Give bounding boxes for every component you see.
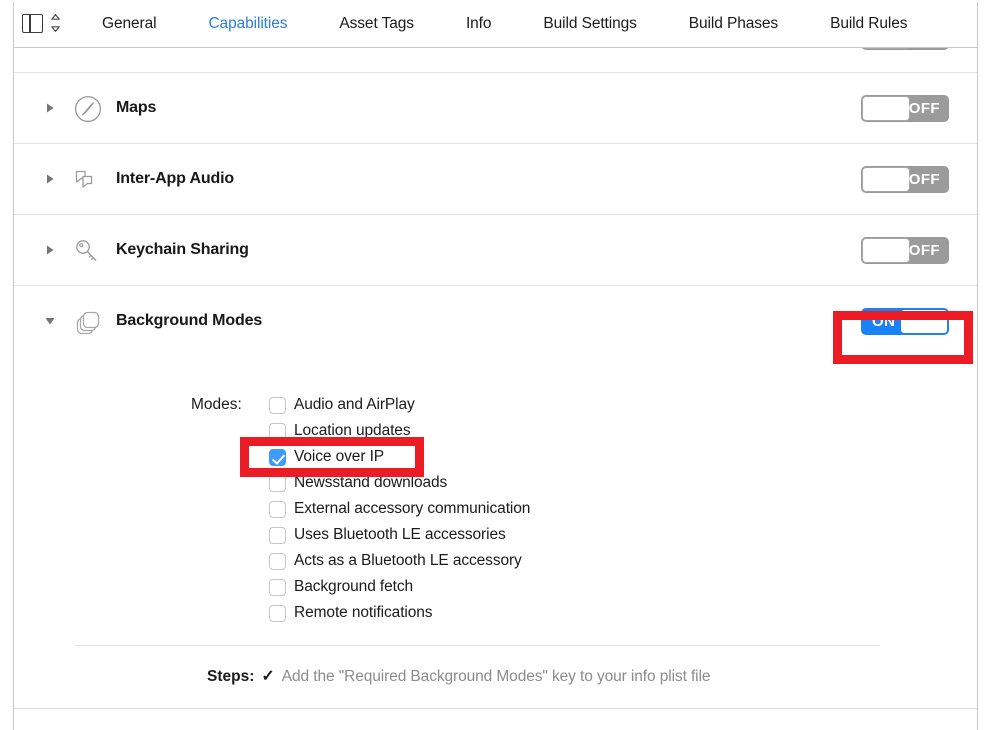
toggle-knob: [862, 167, 910, 192]
window-right-border: [977, 0, 978, 730]
steps-description: Add the "Required Background Modes" key …: [282, 668, 711, 686]
tab-general[interactable]: General: [76, 0, 182, 47]
disclosure-triangle-collapsed-icon[interactable]: [44, 173, 56, 185]
mode-label: Remote notifications: [294, 604, 432, 622]
steps-row: Steps: ✓ Add the "Required Background Mo…: [207, 668, 710, 686]
toggle-label: OFF: [909, 166, 940, 193]
checkbox-voice-over-ip[interactable]: [269, 449, 286, 466]
capability-title: Background Modes: [116, 312, 262, 330]
capability-row-inner: Inter-App Audio OFF: [14, 144, 977, 215]
steps-separator: [75, 645, 880, 646]
mode-item-newsstand-downloads[interactable]: Newsstand downloads: [269, 470, 769, 496]
capability-toggle-background-modes[interactable]: ON: [861, 308, 949, 335]
xcode-capabilities-pane: General Capabilities Asset Tags Info Bui…: [0, 0, 1000, 730]
chevron-down-icon: [51, 26, 60, 32]
key-icon: [69, 234, 107, 268]
compass-icon: [69, 92, 107, 126]
sidebar-panel-icon[interactable]: [22, 14, 43, 33]
capability-title: Inter-App Audio: [116, 170, 234, 188]
background-modes-body: Modes: Audio and AirPlay Location update…: [0, 0, 1000, 2]
capability-row-inter-app-audio[interactable]: Inter-App Audio OFF: [14, 143, 977, 214]
mode-label: Location updates: [294, 422, 410, 440]
checkbox-remote-notifications[interactable]: [269, 605, 286, 622]
mode-item-location-updates[interactable]: Location updates: [269, 418, 769, 444]
modes-checkbox-list: Audio and AirPlay Location updates Voice…: [269, 392, 769, 626]
mode-item-background-fetch[interactable]: Background fetch: [269, 574, 769, 600]
inter-app-audio-icon: [69, 163, 107, 197]
capability-toggle-keychain-sharing[interactable]: OFF: [861, 237, 949, 264]
mode-label: Voice over IP: [294, 448, 384, 466]
checkbox-external-accessory-communication[interactable]: [269, 501, 286, 518]
capability-row-inner: Background Modes ON: [14, 286, 977, 357]
checkbox-uses-bluetooth-le-accessories[interactable]: [269, 527, 286, 544]
editor-tab-bar: General Capabilities Asset Tags Info Bui…: [14, 0, 977, 48]
mode-label: Newsstand downloads: [294, 474, 447, 492]
toggle-label: OFF: [909, 48, 940, 50]
disclosure-triangle-collapsed-icon[interactable]: [44, 244, 56, 256]
stacked-cards-icon: [69, 305, 107, 339]
toggle-knob: [862, 238, 910, 263]
capability-toggle-maps[interactable]: OFF: [861, 95, 949, 122]
toggle-label: ON: [872, 308, 895, 335]
tab-build-rules[interactable]: Build Rules: [804, 0, 933, 47]
mode-item-remote-notifications[interactable]: Remote notifications: [269, 600, 769, 626]
tab-build-phases[interactable]: Build Phases: [663, 0, 804, 47]
disclosure-triangle-collapsed-icon[interactable]: [44, 102, 56, 114]
checkbox-background-fetch[interactable]: [269, 579, 286, 596]
toggle-knob: [862, 48, 910, 49]
checkbox-acts-as-a-bluetooth-le-accessory[interactable]: [269, 553, 286, 570]
mode-item-external-accessory-communication[interactable]: External accessory communication: [269, 496, 769, 522]
editor-tabs: General Capabilities Asset Tags Info Bui…: [76, 0, 933, 47]
section-bottom-separator: [14, 708, 977, 709]
vpn-icon: [69, 48, 107, 54]
mode-item-acts-as-a-bluetooth-le-accessory[interactable]: Acts as a Bluetooth LE accessory: [269, 548, 769, 574]
capability-toggle-inter-app-audio[interactable]: OFF: [861, 166, 949, 193]
capability-row-inner: Keychain Sharing OFF: [14, 215, 977, 286]
modes-label: Modes:: [191, 396, 242, 414]
checkbox-newsstand-downloads[interactable]: [269, 475, 286, 492]
checkbox-audio-and-airplay[interactable]: [269, 397, 286, 414]
tab-build-settings[interactable]: Build Settings: [517, 0, 662, 47]
disclosure-triangle-expanded-icon[interactable]: [44, 315, 56, 327]
up-down-stepper-icon[interactable]: [50, 12, 62, 34]
tab-capabilities[interactable]: Capabilities: [182, 0, 313, 47]
steps-label: Steps:: [207, 668, 254, 686]
capability-row-keychain-sharing[interactable]: Keychain Sharing OFF: [14, 214, 977, 285]
capability-row-inner: Maps OFF: [14, 73, 977, 144]
mode-label: Uses Bluetooth LE accessories: [294, 526, 506, 544]
checkmark-icon: ✓: [261, 669, 274, 685]
toggle-label: OFF: [909, 95, 940, 122]
toggle-knob: [900, 309, 948, 334]
capability-row-personal-vpn[interactable]: Personal VPN OFF: [14, 48, 977, 72]
mode-item-uses-bluetooth-le-accessories[interactable]: Uses Bluetooth LE accessories: [269, 522, 769, 548]
capability-row-maps[interactable]: Maps OFF: [14, 72, 977, 143]
capabilities-list: Personal VPN OFF: [14, 48, 977, 356]
capability-title: Maps: [116, 99, 156, 117]
mode-label: Audio and AirPlay: [294, 396, 415, 414]
capability-row-inner: Personal VPN OFF: [14, 48, 977, 72]
checkbox-location-updates[interactable]: [269, 423, 286, 440]
capability-toggle-personal-vpn[interactable]: OFF: [861, 48, 949, 50]
tab-bar-left-controls: [22, 12, 62, 34]
tab-asset-tags[interactable]: Asset Tags: [313, 0, 440, 47]
capability-row-background-modes[interactable]: Background Modes ON: [14, 285, 977, 356]
toggle-label: OFF: [909, 237, 940, 264]
mode-label: Acts as a Bluetooth LE accessory: [294, 552, 522, 570]
chevron-up-icon: [51, 14, 60, 20]
mode-item-audio-and-airplay[interactable]: Audio and AirPlay: [269, 392, 769, 418]
tab-info[interactable]: Info: [440, 0, 517, 47]
mode-label: External accessory communication: [294, 500, 530, 518]
toggle-knob: [862, 96, 910, 121]
mode-label: Background fetch: [294, 578, 413, 596]
capability-title: Keychain Sharing: [116, 241, 249, 259]
mode-item-voice-over-ip[interactable]: Voice over IP: [269, 444, 769, 470]
